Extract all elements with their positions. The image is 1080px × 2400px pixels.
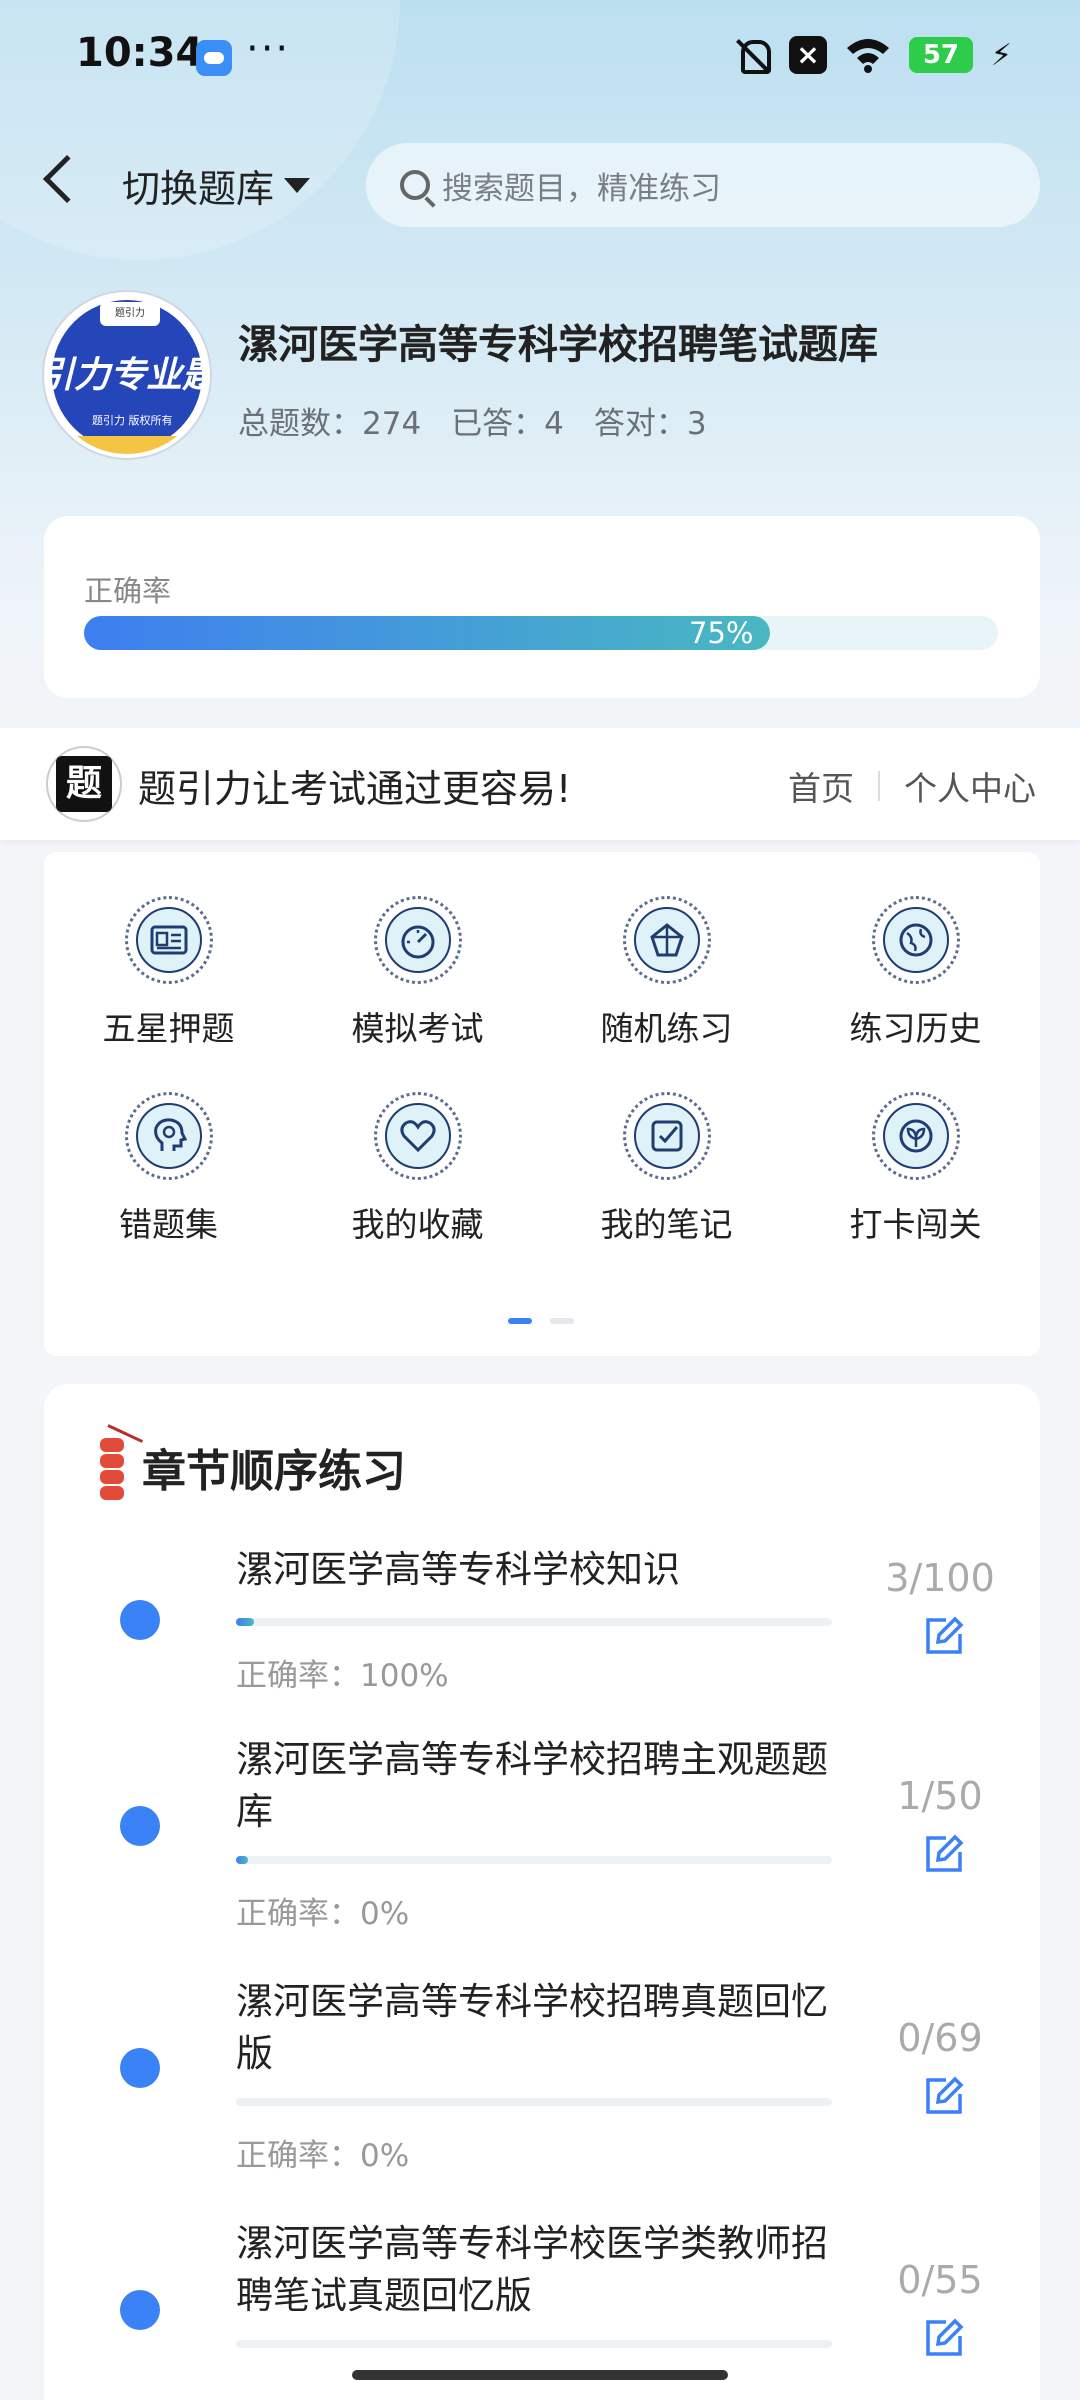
divider <box>878 771 880 801</box>
bank-stats: 总题数：274 已答：4 答对：3 <box>238 398 707 443</box>
feature-favorites[interactable]: 我的收藏 <box>293 1092 542 1246</box>
feature-checkin[interactable]: 打卡闯关 <box>791 1092 1040 1246</box>
charging-icon: ⚡ <box>990 37 1012 73</box>
home-link[interactable]: 首页 <box>788 762 854 810</box>
firecracker-icon <box>94 1424 144 1510</box>
edit-icon[interactable] <box>922 1614 966 1658</box>
chapter-accuracy: 正确率：0% <box>236 2138 410 2174</box>
feature-label: 练习历史 <box>849 1009 982 1048</box>
page-dot-active <box>508 1318 532 1324</box>
chapter-count: 0/69 <box>897 2016 983 2060</box>
search-icon <box>400 170 430 200</box>
caret-down-icon <box>284 178 311 193</box>
chapter-name: 漯河医学高等专科学校招聘主观题题库 <box>236 1738 828 1833</box>
accuracy-bar: 75% <box>84 616 998 650</box>
bullet-dot <box>120 1806 160 1846</box>
profile-link[interactable]: 个人中心 <box>904 762 1036 810</box>
edit-icon[interactable] <box>922 1832 966 1876</box>
shuffle-icon <box>622 896 711 984</box>
feature-grid-card: 五星押题 模拟考试 随机练习 练习历史 错题集 我的收藏 我的笔记 打卡闯关 <box>44 852 1040 1356</box>
feature-history[interactable]: 练习历史 <box>791 896 1040 1050</box>
page-indicator <box>508 1318 574 1324</box>
accuracy-label: 正确率 <box>84 574 172 608</box>
feature-wrong-answers[interactable]: 错题集 <box>44 1092 293 1246</box>
chapter-name: 漯河医学高等专科学校招聘真题回忆版 <box>236 1980 828 2075</box>
bank-title: 漯河医学高等专科学校招聘笔试题库 <box>238 322 878 368</box>
correct-count: 答对：3 <box>593 406 707 442</box>
feature-label: 我的笔记 <box>600 1205 733 1244</box>
brand-logo <box>46 746 122 822</box>
logo-text: 引力专业题 <box>44 355 210 396</box>
logo-subtext: 题引力 版权所有 <box>92 414 173 427</box>
chapter-practice-card: 章节顺序练习 漯河医学高等专科学校知识 正确率：100% 3/100 漯河医学高… <box>44 1384 1040 2400</box>
close-box-icon: × <box>788 36 827 74</box>
brand-slogan: 题引力让考试通过更容易! <box>138 767 572 811</box>
battery-icon: 57 <box>908 37 973 73</box>
switch-bank-label: 切换题库 <box>122 167 275 211</box>
bank-logo: 题引力 引力专业题 题引力 版权所有 <box>44 292 210 458</box>
chapter-count: 0/55 <box>897 2258 983 2302</box>
feature-label: 我的收藏 <box>351 1205 484 1244</box>
feature-label: 随机练习 <box>600 1009 733 1048</box>
brand-bar: 题引力让考试通过更容易! 首页 个人中心 <box>0 728 1080 840</box>
bullet-dot <box>120 1600 160 1640</box>
total-count: 总题数：274 <box>238 406 422 442</box>
edit-icon[interactable] <box>922 2074 966 2118</box>
feature-label: 模拟考试 <box>351 1009 484 1048</box>
status-bar: 10:34 ··· × 57 ⚡ <box>0 0 1080 110</box>
chapter-name: 漯河医学高等专科学校医学类教师招聘笔试真题回忆版 <box>236 2222 828 2317</box>
feature-five-star[interactable]: 五星押题 <box>44 896 293 1050</box>
home-indicator[interactable] <box>352 2370 728 2380</box>
accuracy-value: 75% <box>689 616 754 650</box>
logo-badge: 题引力 <box>100 302 160 326</box>
more-notifications-icon: ··· <box>246 26 291 72</box>
feature-label: 错题集 <box>119 1205 218 1244</box>
feature-label: 五星押题 <box>102 1009 235 1048</box>
id-card-icon <box>124 896 213 984</box>
chapter-name: 漯河医学高等专科学校知识 <box>236 1548 680 1591</box>
gauge-icon <box>373 896 462 984</box>
answered-count: 已答：4 <box>451 406 564 442</box>
chapter-progress <box>236 1856 832 1864</box>
feature-notes[interactable]: 我的笔记 <box>542 1092 791 1246</box>
search-placeholder: 搜索题目，精准练习 <box>442 170 721 207</box>
feature-mock-exam[interactable]: 模拟考试 <box>293 896 542 1050</box>
chapter-progress <box>236 2340 832 2348</box>
chapter-count: 1/50 <box>897 1774 983 1818</box>
search-input[interactable]: 搜索题目，精准练习 <box>366 143 1040 227</box>
switch-bank-dropdown[interactable]: 切换题库 <box>122 158 311 213</box>
note-check-icon <box>622 1092 711 1180</box>
weather-icon <box>196 40 232 76</box>
accuracy-fill: 75% <box>84 616 770 650</box>
wifi-icon <box>846 39 889 73</box>
head-icon <box>124 1092 213 1180</box>
feature-label: 打卡闯关 <box>849 1205 982 1244</box>
chapter-progress <box>236 1618 832 1626</box>
chapter-accuracy: 正确率：100% <box>236 1658 449 1694</box>
chapter-progress <box>236 2098 832 2106</box>
globe-icon <box>871 896 960 984</box>
mute-icon <box>733 36 771 74</box>
heart-icon <box>373 1092 462 1180</box>
feature-random-practice[interactable]: 随机练习 <box>542 896 791 1050</box>
accuracy-card: 正确率 75% <box>44 516 1040 698</box>
page-dot <box>550 1318 574 1324</box>
chapter-count: 3/100 <box>885 1556 995 1600</box>
bullet-dot <box>120 2290 160 2330</box>
leaf-icon <box>871 1092 960 1180</box>
bullet-dot <box>120 2048 160 2088</box>
edit-icon[interactable] <box>922 2316 966 2360</box>
section-title: 章节顺序练习 <box>142 1446 406 1497</box>
chapter-accuracy: 正确率：0% <box>236 1896 410 1932</box>
status-time: 10:34 <box>76 30 204 76</box>
